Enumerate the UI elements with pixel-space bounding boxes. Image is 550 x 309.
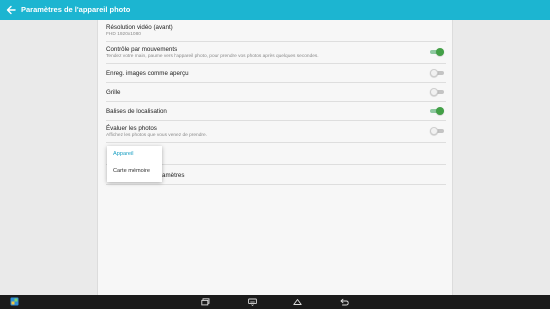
setting-location-tags[interactable]: Balises de localisation	[106, 102, 446, 121]
storage-location-popup: Appareil Carte mémoire	[107, 146, 162, 182]
motion-control-switch[interactable]	[430, 48, 444, 56]
switch-thumb	[430, 88, 438, 96]
setting-save-images-preview[interactable]: Enreg. images comme aperçu	[106, 64, 446, 83]
page-title: Paramètres de l'appareil photo	[21, 5, 131, 14]
switch-thumb	[430, 127, 438, 135]
switch-thumb	[436, 107, 444, 115]
home-icon[interactable]	[293, 298, 302, 306]
setting-video-resolution-front[interactable]: Résolution vidéo (avant) FHD 1920x1080	[106, 20, 446, 42]
setting-title: Contrôle par mouvements	[106, 46, 178, 53]
rate-photos-switch[interactable]	[430, 127, 444, 135]
switch-thumb	[436, 48, 444, 56]
setting-subtitle: FHD 1920x1080	[106, 32, 141, 37]
back-arrow-icon[interactable]	[4, 3, 18, 17]
setting-motion-control[interactable]: Contrôle par mouvements Tendez votre mai…	[106, 42, 446, 64]
setting-title: Évaluer les photos	[106, 125, 157, 132]
save-preview-switch[interactable]	[430, 69, 444, 77]
popup-option-device[interactable]: Appareil	[113, 151, 134, 157]
keyboard-icon[interactable]	[248, 298, 257, 306]
switch-thumb	[430, 69, 438, 77]
setting-title: Enreg. images comme aperçu	[106, 70, 189, 77]
panel-right-border	[452, 20, 453, 295]
setting-title: Grille	[106, 89, 121, 96]
location-tags-switch[interactable]	[430, 107, 444, 115]
nav-back-icon[interactable]	[340, 298, 349, 306]
setting-grid[interactable]: Grille	[106, 83, 446, 102]
grid-switch[interactable]	[430, 88, 444, 96]
app-bar: Paramètres de l'appareil photo	[0, 0, 550, 20]
popup-option-memory-card[interactable]: Carte mémoire	[113, 168, 150, 174]
gallery-icon[interactable]	[10, 297, 19, 306]
panel-left-border	[97, 20, 98, 295]
recent-apps-icon[interactable]	[201, 298, 210, 306]
setting-subtitle: Tendez votre main, paume vers l'appareil…	[106, 54, 319, 59]
setting-rate-photos[interactable]: Évaluer les photos Affichez les photos q…	[106, 121, 446, 143]
setting-subtitle: Affichez les photos que vous venez de pr…	[106, 133, 207, 138]
obscured-setting-title: ramètres	[160, 172, 185, 179]
setting-title: Balises de localisation	[106, 108, 167, 115]
system-nav-bar	[0, 295, 550, 309]
setting-title: Résolution vidéo (avant)	[106, 24, 173, 31]
